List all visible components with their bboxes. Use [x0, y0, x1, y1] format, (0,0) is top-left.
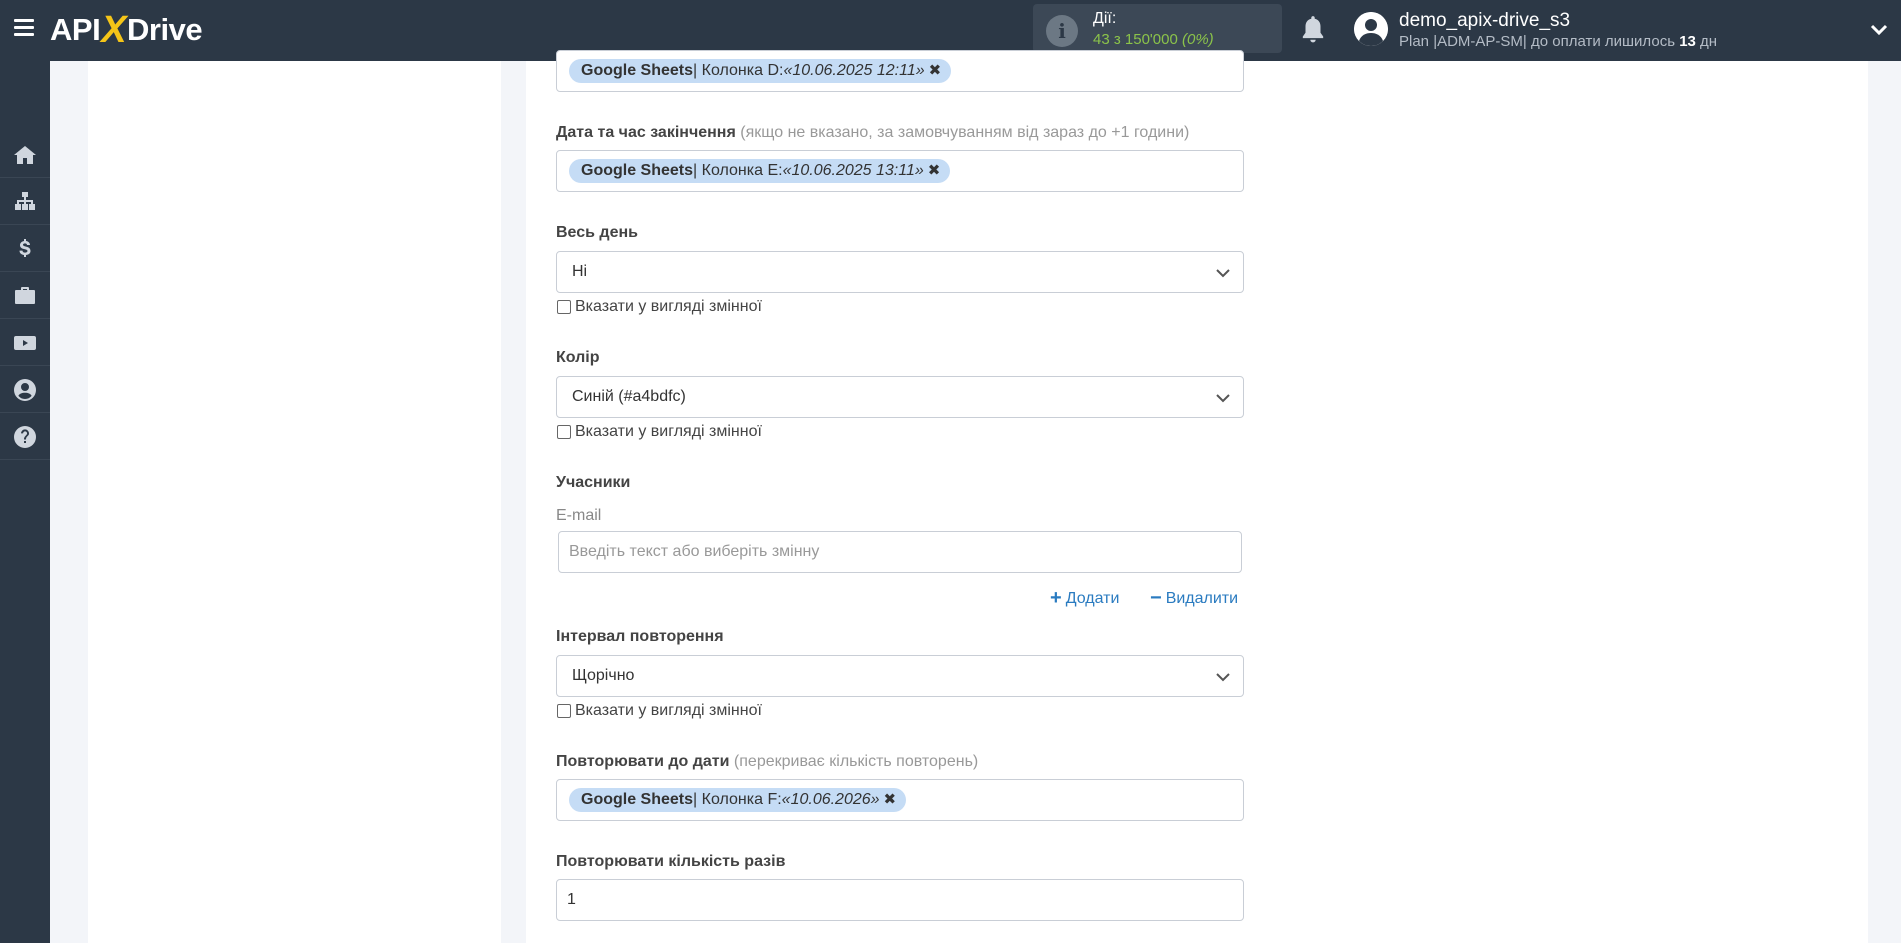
actions-count-value: 43 з 150'000	[1093, 31, 1178, 48]
close-icon[interactable]: ✖	[929, 59, 942, 83]
repeat-variable-checkbox[interactable]	[557, 704, 571, 718]
user-avatar-icon	[1354, 12, 1388, 46]
sitemap-icon	[15, 191, 35, 210]
plan-days: 13	[1679, 33, 1696, 50]
checkbox-label: Вказати у вигляді змінної	[575, 423, 762, 440]
remove-label: Видалити	[1165, 589, 1239, 607]
tag-value: «10.06.2026»	[781, 791, 880, 808]
tag-column: | Колонка E:	[693, 162, 783, 179]
repeat-interval-select[interactable]: Щорічно	[556, 655, 1244, 697]
close-icon[interactable]: ✖	[884, 788, 897, 812]
attendees-label: Учасники	[556, 474, 631, 491]
color-value: Синій (#a4bdfc)	[572, 388, 686, 405]
actions-counter[interactable]: i Дії: 43 з 150'000 (0%)	[1033, 4, 1282, 53]
menu-icon[interactable]	[14, 19, 34, 37]
help-icon	[14, 425, 36, 448]
repeat-variable-row: Вказати у вигляді змінної	[557, 702, 762, 720]
repeat-until-label-text: Повторювати до дати	[556, 753, 730, 770]
repeat-until-hint: (перекриває кількість повторень)	[729, 753, 979, 770]
end-date-tag: Google Sheets | Колонка E: «10.06.2025 1…	[569, 159, 951, 183]
tag-source: Google Sheets	[581, 791, 694, 808]
add-label: Додати	[1065, 589, 1120, 607]
repeat-interval-label: Інтервал повторення	[556, 628, 724, 645]
close-icon[interactable]: ✖	[928, 159, 941, 183]
color-variable-row: Вказати у вигляді змінної	[557, 423, 762, 441]
chevron-down-icon	[1216, 673, 1230, 682]
sidebar-item-tools[interactable]	[0, 273, 50, 319]
logo-x: X	[101, 8, 127, 51]
repeat-interval-value: Щорічно	[572, 667, 635, 684]
sidebar-item-connections[interactable]	[0, 179, 50, 225]
chevron-down-icon	[1216, 394, 1230, 403]
info-icon: i	[1046, 15, 1078, 47]
actions-title: Дії:	[1093, 10, 1117, 27]
all-day-variable-row: Вказати у вигляді змінної	[557, 298, 762, 316]
end-date-label: Дата та час закінчення (якщо не вказано,…	[556, 124, 1189, 142]
user-icon	[14, 378, 36, 401]
repeat-until-field[interactable]: Google Sheets | Колонка F: «10.06.2026» ✖	[556, 779, 1244, 821]
email-label: E-mail	[556, 507, 602, 524]
dollar-icon	[19, 238, 31, 257]
sidebar-item-help[interactable]	[0, 414, 50, 460]
briefcase-icon	[15, 286, 35, 304]
repeat-count-label: Повторювати кількість разів	[556, 853, 786, 870]
end-date-field[interactable]: Google Sheets | Колонка E: «10.06.2025 1…	[556, 150, 1244, 192]
user-plan: Plan |ADM-AP-SM| до оплати лишилось 13 д…	[1399, 33, 1717, 50]
tag-value: «10.06.2025 12:11»	[783, 62, 925, 79]
color-variable-checkbox[interactable]	[557, 425, 571, 439]
logo[interactable]: API X Drive	[50, 8, 203, 51]
tag-value: «10.06.2025 13:11»	[782, 162, 924, 179]
actions-percent: (0%)	[1182, 31, 1214, 48]
start-date-field[interactable]: Google Sheets | Колонка D: «10.06.2025 1…	[556, 50, 1244, 92]
repeat-count-input[interactable]	[556, 879, 1244, 921]
repeat-until-label: Повторювати до дати (перекриває кількіст…	[556, 753, 978, 771]
all-day-label: Весь день	[556, 224, 638, 241]
bell-icon[interactable]	[1300, 14, 1326, 44]
logo-text-right: Drive	[127, 12, 203, 47]
sidebar-item-billing[interactable]	[0, 226, 50, 272]
chevron-down-icon[interactable]	[1869, 20, 1889, 40]
plus-icon: +	[1050, 587, 1062, 609]
user-name[interactable]: demo_apix-drive_s3	[1399, 10, 1570, 32]
tag-column: | Колонка F:	[693, 791, 782, 808]
tag-column: | Колонка D:	[693, 62, 784, 79]
sidebar-item-account[interactable]	[0, 367, 50, 413]
actions-count: 43 з 150'000 (0%)	[1093, 31, 1214, 48]
chevron-down-icon	[1216, 269, 1230, 278]
checkbox-label: Вказати у вигляді змінної	[575, 298, 762, 315]
tag-source: Google Sheets	[581, 62, 694, 79]
add-button[interactable]: + Додати	[1050, 587, 1119, 610]
color-select[interactable]: Синій (#a4bdfc)	[556, 376, 1244, 418]
tag-source: Google Sheets	[581, 162, 694, 179]
logo-text-left: API	[50, 12, 101, 47]
sidebar	[0, 61, 50, 943]
minus-icon: −	[1150, 587, 1162, 609]
sidebar-item-home[interactable]	[0, 132, 50, 178]
start-date-tag: Google Sheets | Колонка D: «10.06.2025 1…	[569, 59, 952, 83]
avatar[interactable]	[1354, 12, 1388, 46]
home-icon	[14, 145, 36, 164]
remove-button[interactable]: − Видалити	[1150, 587, 1238, 610]
checkbox-label: Вказати у вигляді змінної	[575, 702, 762, 719]
all-day-value: Ні	[572, 263, 588, 280]
sidebar-item-video[interactable]	[0, 320, 50, 366]
left-panel	[88, 61, 501, 943]
repeat-until-tag: Google Sheets | Колонка F: «10.06.2026» ✖	[569, 788, 907, 812]
plan-suffix: дн	[1700, 33, 1718, 50]
all-day-select[interactable]: Ні	[556, 251, 1244, 293]
all-day-variable-checkbox[interactable]	[557, 300, 571, 314]
youtube-icon	[14, 335, 36, 350]
color-label: Колір	[556, 349, 600, 366]
plan-prefix: Plan |ADM-AP-SM| до оплати лишилось	[1399, 33, 1676, 50]
end-date-hint: (якщо не вказано, за замовчуванням від з…	[735, 124, 1190, 141]
end-date-label-text: Дата та час закінчення	[556, 124, 736, 141]
email-input[interactable]	[558, 531, 1242, 573]
